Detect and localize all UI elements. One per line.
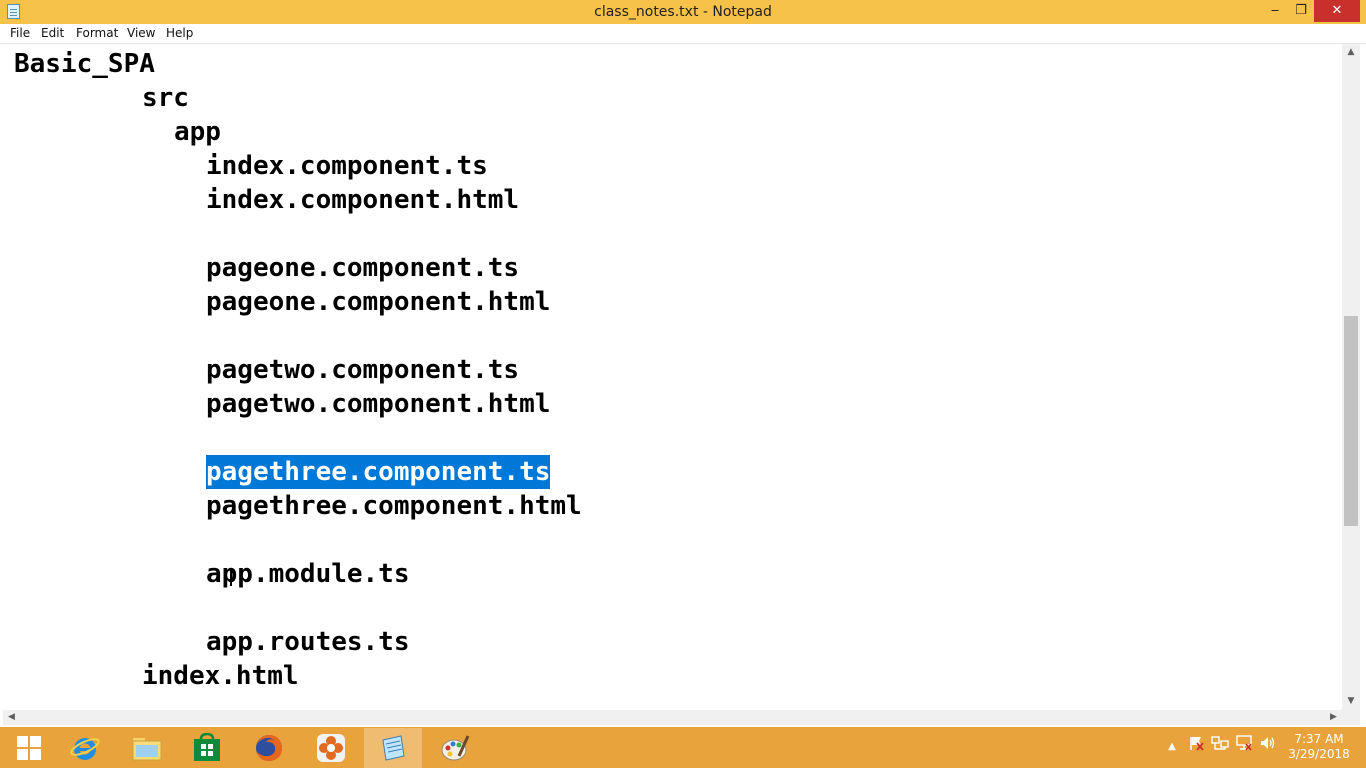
windows-logo-icon (17, 736, 41, 760)
volume-icon[interactable] (1258, 735, 1278, 759)
menu-edit[interactable]: Edit (41, 24, 64, 43)
clock-time: 7:37 AM (1294, 732, 1344, 746)
network-monitor-icon[interactable] (1210, 735, 1230, 759)
text-line: app.module.ts (206, 559, 410, 589)
scroll-left-arrow-icon[interactable]: ◀ (3, 710, 20, 725)
network-status-icon[interactable] (1234, 735, 1254, 759)
taskbar-notepad[interactable] (364, 728, 422, 768)
scroll-up-arrow-icon[interactable]: ▲ (1342, 44, 1360, 61)
taskbar-store[interactable] (178, 728, 236, 768)
menu-format[interactable]: Format (76, 24, 118, 43)
show-hidden-icons-button[interactable]: ▲ (1164, 735, 1180, 759)
scroll-right-arrow-icon[interactable]: ▶ (1325, 710, 1342, 725)
text-line: app.routes.ts (206, 627, 410, 657)
text-line: index.component.html (206, 185, 520, 215)
scrollbar-corner (1342, 710, 1360, 725)
start-button[interactable] (0, 728, 58, 768)
flower-app-icon (317, 734, 345, 762)
vertical-scrollbar[interactable]: ▲ ▼ (1342, 44, 1360, 710)
clock-date: 3/29/2018 (1288, 747, 1350, 761)
text-line: index.component.ts (206, 151, 488, 181)
store-icon (194, 733, 220, 761)
menu-help[interactable]: Help (166, 24, 193, 43)
firefox-icon (256, 735, 282, 761)
taskbar-firefox[interactable] (240, 728, 298, 768)
scroll-down-arrow-icon[interactable]: ▼ (1342, 693, 1360, 710)
taskbar-paint[interactable] (426, 728, 484, 768)
text-line: pagethree.component.html (206, 491, 582, 521)
text-editor[interactable]: Basic_SPA src app index.component.ts ind… (3, 44, 1342, 710)
system-clock[interactable]: 7:37 AM 3/29/2018 (1282, 732, 1356, 762)
notepad-app-icon (382, 735, 405, 761)
paint-icon (441, 735, 470, 761)
restore-button[interactable]: ❐ (1288, 0, 1314, 22)
vertical-scroll-thumb[interactable] (1344, 316, 1358, 526)
action-center-flag-icon[interactable] (1186, 735, 1206, 759)
text-line: pagetwo.component.html (206, 389, 551, 419)
text-line: pageone.component.html (206, 287, 551, 317)
internet-explorer-icon (70, 738, 100, 760)
menu-view[interactable]: View (127, 24, 155, 43)
text-line: app (174, 117, 221, 147)
text-line: Basic_SPA (14, 49, 155, 79)
text-line: pagetwo.component.ts (206, 355, 520, 385)
window-title: class_notes.txt - Notepad (594, 4, 772, 20)
taskbar-internet-explorer[interactable] (56, 728, 114, 768)
taskbar: ▲ 7:37 AM 3/29/2018 (0, 727, 1366, 768)
selected-text-line: pagethree.component.ts (206, 455, 551, 489)
text-line: src (142, 83, 189, 113)
text-cursor (230, 568, 232, 586)
minimize-button[interactable]: ‒ (1262, 0, 1288, 22)
taskbar-file-explorer[interactable] (118, 728, 176, 768)
taskbar-flower-app[interactable] (302, 728, 360, 768)
horizontal-scrollbar[interactable]: ◀ ▶ (3, 710, 1342, 725)
menu-bar: File Edit Format View Help (0, 24, 1366, 44)
text-line: index.html (142, 661, 299, 691)
menu-file[interactable]: File (10, 24, 30, 43)
text-line: pageone.component.ts (206, 253, 520, 283)
folder-icon (132, 738, 162, 761)
close-button[interactable]: ✕ (1314, 0, 1360, 22)
title-bar: class_notes.txt - Notepad ‒ ❐ ✕ (0, 0, 1366, 24)
